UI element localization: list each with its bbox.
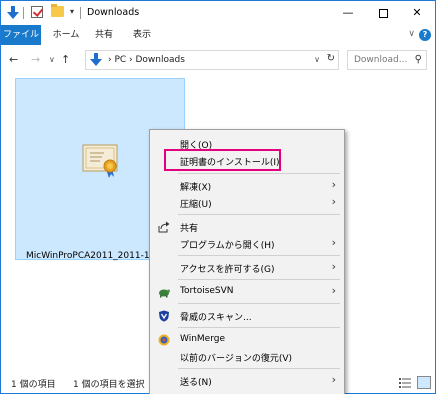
tab-view[interactable]: 表示 <box>125 25 159 45</box>
help-icon[interactable]: ? <box>419 29 431 41</box>
menu-divider <box>178 255 340 256</box>
details-view-icon[interactable] <box>399 377 411 388</box>
menu-item-label: 証明書のインストール(I) <box>180 158 280 168</box>
menu-item-threat-scan[interactable]: 脅威のスキャン... <box>150 306 344 326</box>
menu-item-label: WinMerge <box>180 334 225 344</box>
menu-item-label: アクセスを許可する(G) <box>180 265 275 275</box>
menu-item-label: 開く(O) <box>180 141 213 151</box>
menu-item-label: 送る(N) <box>180 378 212 388</box>
tab-home[interactable]: ホーム <box>49 25 83 45</box>
address-dropdown-icon[interactable]: ∨ <box>314 55 320 64</box>
shield-icon <box>159 310 169 322</box>
quick-access-dropdown-icon[interactable]: ▾ <box>70 7 74 16</box>
menu-item-label: TortoiseSVN <box>180 286 234 296</box>
search-icon[interactable]: ⚲ <box>415 54 422 65</box>
minimize-button[interactable]: — <box>330 1 366 25</box>
search-box[interactable]: Download... ⚲ <box>347 50 427 70</box>
menu-item-label: 圧縮(U) <box>180 200 212 210</box>
maximize-icon <box>378 8 388 18</box>
context-menu: 開く(O) 証明書のインストール(I) 解凍(X) › 圧縮(U) › 共有 プ… <box>149 129 345 394</box>
chevron-right-icon: › <box>331 236 336 249</box>
divider <box>80 7 81 19</box>
window-title: Downloads <box>87 7 140 18</box>
new-folder-icon[interactable] <box>51 4 64 17</box>
chevron-right-icon: › <box>331 178 336 191</box>
menu-item-label: 解凍(X) <box>180 183 212 193</box>
winmerge-icon <box>158 334 170 346</box>
recent-locations-dropdown-icon[interactable]: ∨ <box>49 55 55 64</box>
menu-divider <box>178 214 340 215</box>
menu-item-tortoisesvn[interactable]: TortoiseSVN › <box>150 282 344 302</box>
file-name[interactable]: MicWinProPCA2011_2011-10- <box>26 251 159 261</box>
downloads-arrow-icon <box>90 53 102 66</box>
menu-item-label: 共有 <box>180 224 199 234</box>
ribbon-tabs: ファイル ホーム 共有 表示 ∨ ? <box>1 25 435 45</box>
forward-button[interactable]: → <box>31 53 40 66</box>
back-button[interactable]: ← <box>9 53 18 66</box>
menu-item-compress[interactable]: 圧縮(U) › <box>150 193 344 213</box>
certificate-icon <box>82 144 118 178</box>
menu-item-label: 以前のバージョンの復元(V) <box>180 354 292 364</box>
share-icon <box>158 221 170 233</box>
menu-item-send-to[interactable]: 送る(N) › <box>150 371 344 391</box>
maximize-button[interactable] <box>365 1 401 25</box>
large-icons-view-icon[interactable] <box>417 376 431 389</box>
selection-count: 1 個の項目を選択 <box>73 380 145 390</box>
close-button[interactable]: ✕ <box>399 1 435 25</box>
navigation-bar: ← → ∨ ↑ › PC › Downloads ∨ ↻ Download...… <box>1 47 435 73</box>
tab-file[interactable]: ファイル <box>1 25 41 45</box>
up-button[interactable]: ↑ <box>61 53 70 66</box>
chevron-right-icon: › <box>331 195 336 208</box>
menu-item-give-access[interactable]: アクセスを許可する(G) › <box>150 258 344 278</box>
properties-check-icon[interactable] <box>31 6 43 18</box>
menu-divider <box>178 303 340 304</box>
menu-item-label: 脅威のスキャン... <box>180 313 252 323</box>
address-bar[interactable]: › PC › Downloads ∨ ↻ <box>85 50 339 70</box>
divider <box>23 7 24 19</box>
menu-divider <box>178 173 340 174</box>
download-arrow-icon[interactable] <box>7 6 19 20</box>
chevron-right-icon: › <box>331 373 336 386</box>
menu-divider <box>178 279 340 280</box>
menu-item-open-with[interactable]: プログラムから開く(H) › <box>150 234 344 254</box>
tab-share[interactable]: 共有 <box>87 25 121 45</box>
refresh-icon[interactable]: ↻ <box>327 53 335 64</box>
chevron-right-icon: › <box>331 260 336 273</box>
menu-divider <box>178 327 340 328</box>
item-count: 1 個の項目 <box>11 380 56 390</box>
menu-divider <box>178 368 340 369</box>
menu-item-install-certificate[interactable]: 証明書のインストール(I) <box>150 151 344 171</box>
tortoisesvn-icon <box>159 289 170 298</box>
search-input[interactable]: Download... <box>354 55 407 65</box>
explorer-window: ▾ Downloads — ✕ ファイル ホーム 共有 表示 ∨ ? ← → ∨… <box>0 0 436 394</box>
title-bar: ▾ Downloads — ✕ <box>1 1 435 25</box>
menu-item-label: プログラムから開く(H) <box>180 241 275 251</box>
chevron-right-icon: › <box>331 284 336 297</box>
breadcrumb[interactable]: › PC › Downloads <box>108 55 185 65</box>
ribbon-expand-icon[interactable]: ∨ <box>408 29 415 39</box>
menu-item-restore-previous[interactable]: 以前のバージョンの復元(V) <box>150 347 344 367</box>
